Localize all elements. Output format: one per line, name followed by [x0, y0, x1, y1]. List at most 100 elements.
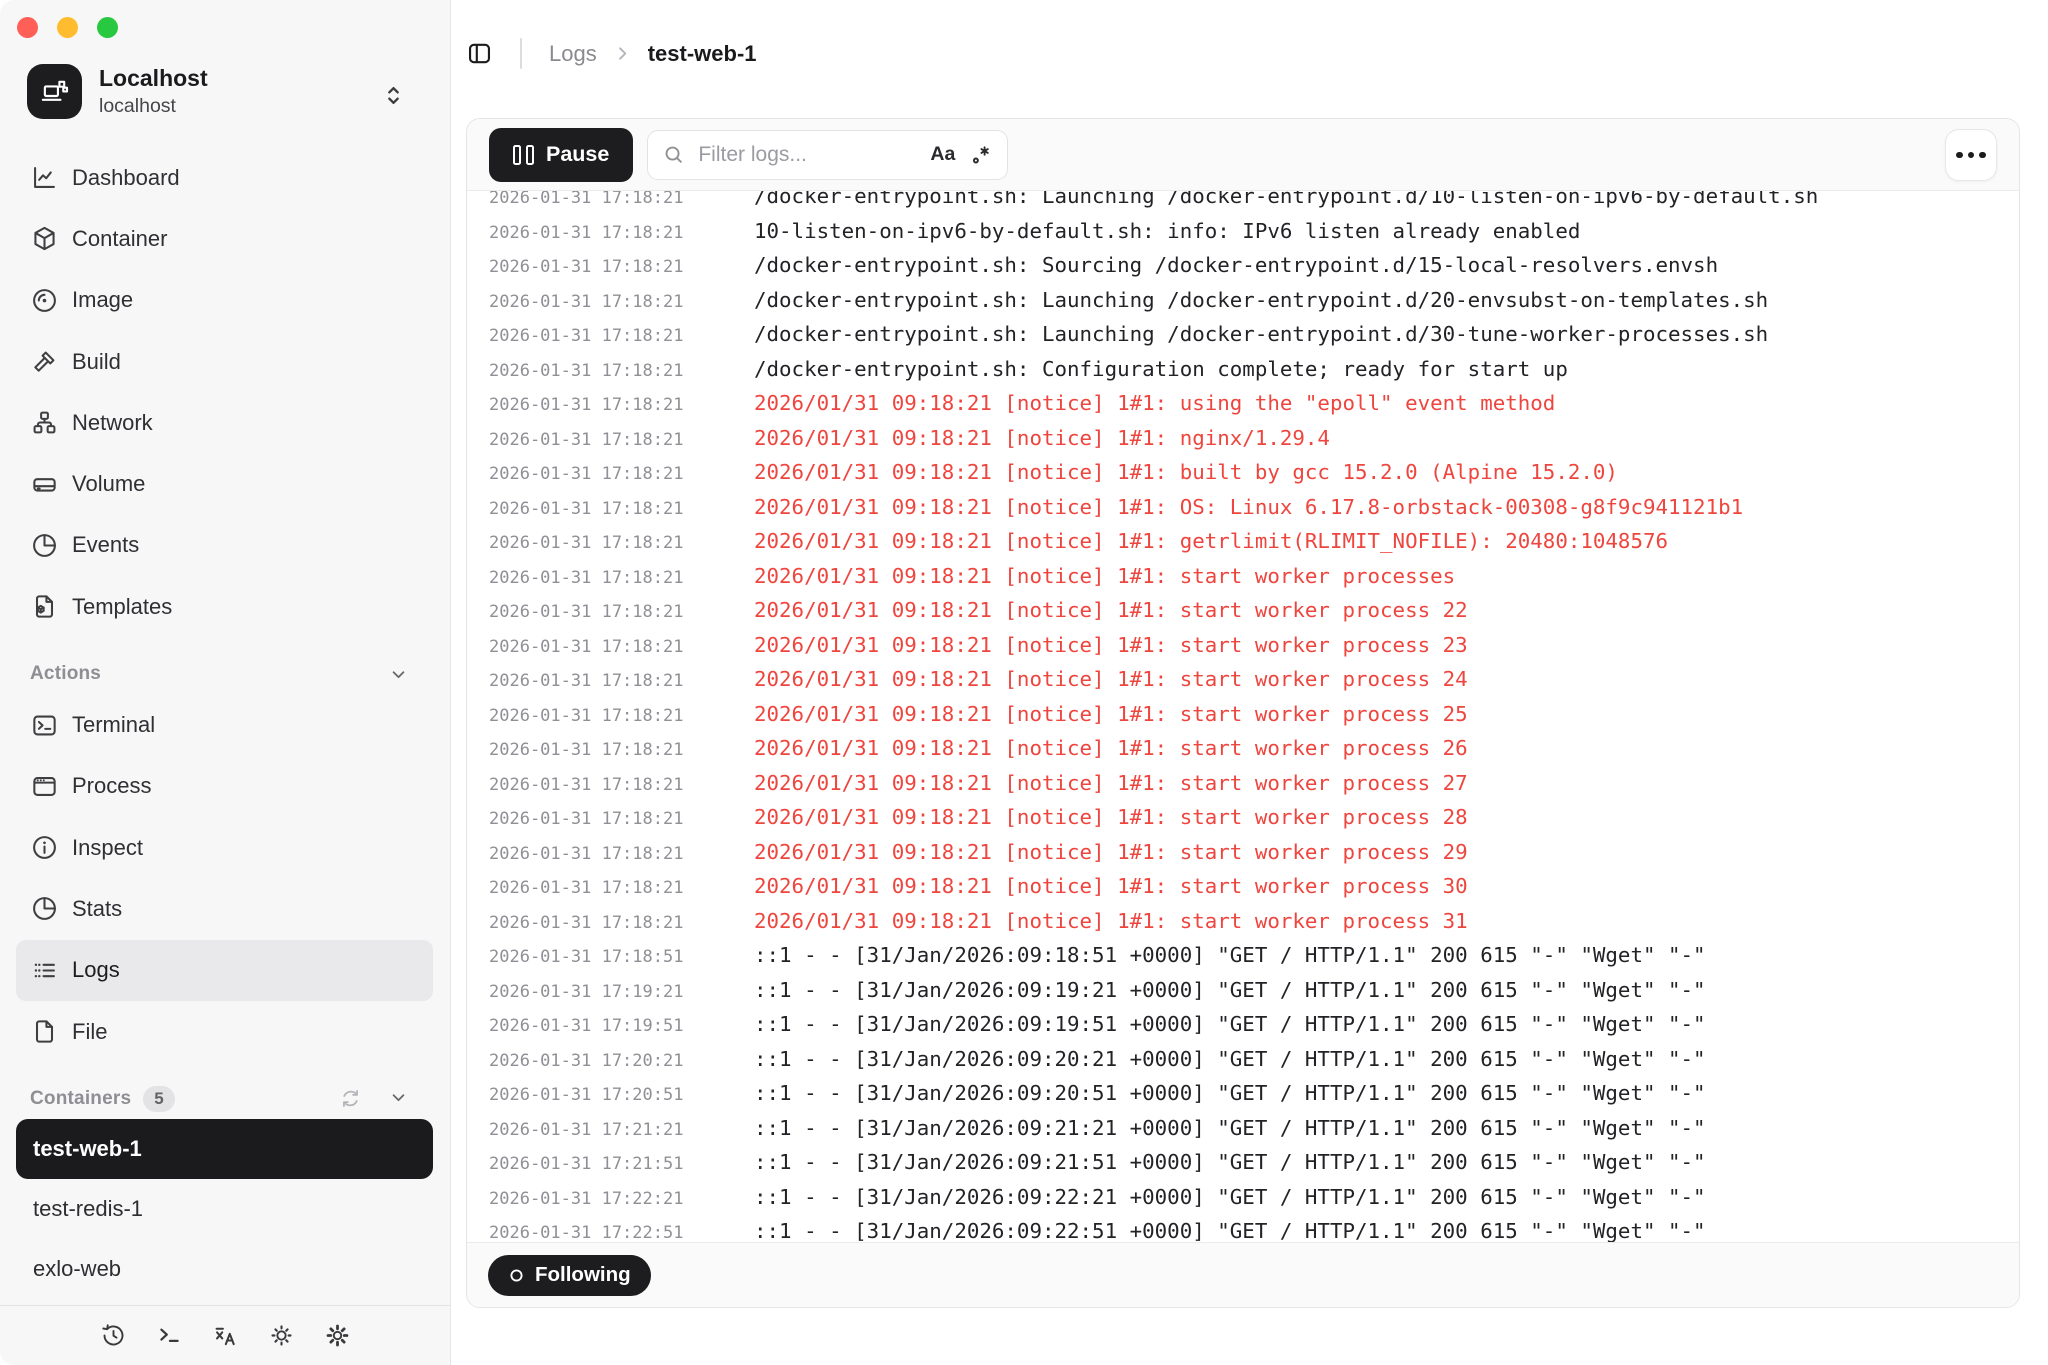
sidebar-item-label: Stats [72, 896, 122, 922]
network-icon [30, 408, 59, 437]
log-timestamp: 2026-01-31 17:21:51 [489, 1147, 685, 1182]
sidebar-item-label: Inspect [72, 835, 143, 861]
log-row: 2026-01-31 17:18:21 2026/01/31 09:18:21 … [489, 524, 2019, 559]
log-row: 2026-01-31 17:21:51 ::1 - - [31/Jan/2026… [489, 1145, 2019, 1180]
localhost-machine-icon [27, 64, 82, 119]
log-timestamp: 2026-01-31 17:18:21 [489, 871, 685, 906]
search-icon [662, 143, 685, 166]
log-row: 2026-01-31 17:18:21 2026/01/31 09:18:21 … [489, 697, 2019, 732]
log-row: 2026-01-31 17:21:21 ::1 - - [31/Jan/2026… [489, 1111, 2019, 1146]
cube-icon [30, 224, 59, 253]
log-timestamp: 2026-01-31 17:18:21 [489, 733, 685, 768]
follow-status-circle-icon [508, 1267, 525, 1284]
zoom-window-button[interactable] [97, 17, 118, 38]
window-icon [30, 772, 59, 801]
sidebar-item-network[interactable]: Network [16, 392, 433, 453]
log-message: 2026/01/31 09:18:21 [notice] 1#1: built … [754, 455, 1618, 490]
log-message: 2026/01/31 09:18:21 [notice] 1#1: start … [754, 835, 1468, 870]
log-timestamp: 2026-01-31 17:22:21 [489, 1182, 685, 1217]
main-area: Logs test-web-1 Pause [452, 0, 2048, 1365]
terminal-prompt-icon[interactable] [156, 1322, 183, 1349]
container-name: test-web-1 [33, 1136, 142, 1162]
minimize-window-button[interactable] [57, 17, 78, 38]
window-controls [17, 17, 118, 38]
sun-icon[interactable] [268, 1322, 295, 1349]
header-divider [520, 38, 522, 69]
sidebar-item-volume[interactable]: Volume [16, 453, 433, 514]
sidebar-item-events[interactable]: Events [16, 515, 433, 576]
chevron-updown-icon[interactable] [380, 82, 407, 109]
log-message: ::1 - - [31/Jan/2026:09:21:51 +0000] "GE… [754, 1145, 1706, 1180]
log-message: 2026/01/31 09:18:21 [notice] 1#1: start … [754, 559, 1455, 594]
log-timestamp: 2026-01-31 17:18:21 [489, 285, 685, 320]
log-message: /docker-entrypoint.sh: Launching /docker… [754, 191, 1818, 214]
log-row: 2026-01-31 17:18:21 /docker-entrypoint.s… [489, 317, 2019, 352]
container-item-exlo-web[interactable]: exlo-web [16, 1239, 433, 1299]
sidebar-item-label: Build [72, 349, 121, 375]
sidebar-item-label: File [72, 1019, 107, 1045]
regex-toggle-icon[interactable] [969, 143, 993, 167]
sidebar-item-inspect[interactable]: Inspect [16, 817, 433, 878]
log-row: 2026-01-31 17:19:21 ::1 - - [31/Jan/2026… [489, 973, 2019, 1008]
sidebar-item-process[interactable]: Process [16, 756, 433, 817]
info-icon [30, 833, 59, 862]
hammer-icon [30, 347, 59, 376]
sidebar-item-logs[interactable]: Logs [16, 940, 433, 1001]
sidebar-item-build[interactable]: Build [16, 331, 433, 392]
sidebar-footer [0, 1305, 450, 1365]
log-row: 2026-01-31 17:18:21 2026/01/31 09:18:21 … [489, 904, 2019, 939]
workspace-selector[interactable]: Localhost localhost [27, 64, 208, 119]
chevron-right-icon [613, 44, 632, 63]
gear-icon[interactable] [324, 1322, 351, 1349]
log-message: ::1 - - [31/Jan/2026:09:21:21 +0000] "GE… [754, 1111, 1706, 1146]
log-list: 2026-01-31 17:18:21 /docker-entrypoint.s… [489, 191, 2019, 1242]
sidebar-item-label: Network [72, 410, 153, 436]
translate-icon[interactable] [212, 1322, 239, 1349]
log-row: 2026-01-31 17:20:21 ::1 - - [31/Jan/2026… [489, 1042, 2019, 1077]
filter-logs-input[interactable] [698, 143, 930, 167]
file-cube-icon [30, 592, 59, 621]
log-row: 2026-01-31 17:18:21 2026/01/31 09:18:21 … [489, 869, 2019, 904]
container-item-test-redis-1[interactable]: test-redis-1 [16, 1179, 433, 1239]
log-timestamp: 2026-01-31 17:20:21 [489, 1044, 685, 1079]
log-row: 2026-01-31 17:18:21 /docker-entrypoint.s… [489, 352, 2019, 387]
sidebar-item-terminal[interactable]: Terminal [16, 694, 433, 755]
log-message: ::1 - - [31/Jan/2026:09:20:21 +0000] "GE… [754, 1042, 1706, 1077]
sidebar-item-label: Events [72, 532, 139, 558]
match-case-toggle[interactable]: Aa [930, 143, 955, 166]
sidebar-item-templates[interactable]: Templates [16, 576, 433, 637]
sidebar-item-image[interactable]: Image [16, 270, 433, 331]
log-row: 2026-01-31 17:18:21 2026/01/31 09:18:21 … [489, 835, 2019, 870]
logs-statusbar: Following [467, 1242, 2019, 1307]
collapse-containers-chevron-icon[interactable] [388, 1087, 409, 1108]
log-timestamp: 2026-01-31 17:18:21 [489, 802, 685, 837]
more-options-button[interactable] [1945, 129, 1997, 181]
log-row: 2026-01-31 17:18:21 /docker-entrypoint.s… [489, 248, 2019, 283]
following-toggle-button[interactable]: Following [488, 1255, 651, 1296]
log-timestamp: 2026-01-31 17:18:21 [489, 664, 685, 699]
collapse-actions-chevron-icon[interactable] [388, 664, 409, 685]
log-message: 2026/01/31 09:18:21 [notice] 1#1: getrli… [754, 524, 1668, 559]
log-timestamp: 2026-01-31 17:18:21 [489, 216, 685, 251]
log-message: 2026/01/31 09:18:21 [notice] 1#1: start … [754, 869, 1468, 904]
sidebar-toggle-icon[interactable] [466, 40, 493, 67]
history-icon[interactable] [100, 1322, 127, 1349]
pause-button[interactable]: Pause [489, 128, 633, 182]
log-row: 2026-01-31 17:18:21 2026/01/31 09:18:21 … [489, 662, 2019, 697]
container-item-test-web-1[interactable]: test-web-1 [16, 1119, 433, 1179]
log-message: /docker-entrypoint.sh: Launching /docker… [754, 317, 1768, 352]
refresh-containers-icon[interactable] [338, 1086, 363, 1111]
log-timestamp: 2026-01-31 17:18:21 [489, 699, 685, 734]
breadcrumb-page: test-web-1 [648, 41, 757, 67]
log-timestamp: 2026-01-31 17:18:51 [489, 940, 685, 975]
sidebar-item-file[interactable]: File [16, 1001, 433, 1062]
sidebar-item-container[interactable]: Container [16, 208, 433, 269]
sidebar-item-stats[interactable]: Stats [16, 878, 433, 939]
close-window-button[interactable] [17, 17, 38, 38]
breadcrumb-section[interactable]: Logs [549, 41, 597, 67]
log-message: ::1 - - [31/Jan/2026:09:20:51 +0000] "GE… [754, 1076, 1706, 1111]
sidebar-item-dashboard[interactable]: Dashboard [16, 147, 433, 208]
log-output[interactable]: 2026-01-31 17:18:21 /docker-entrypoint.s… [467, 191, 2019, 1242]
workspace-subtitle: localhost [99, 95, 208, 118]
log-timestamp: 2026-01-31 17:18:21 [489, 492, 685, 527]
